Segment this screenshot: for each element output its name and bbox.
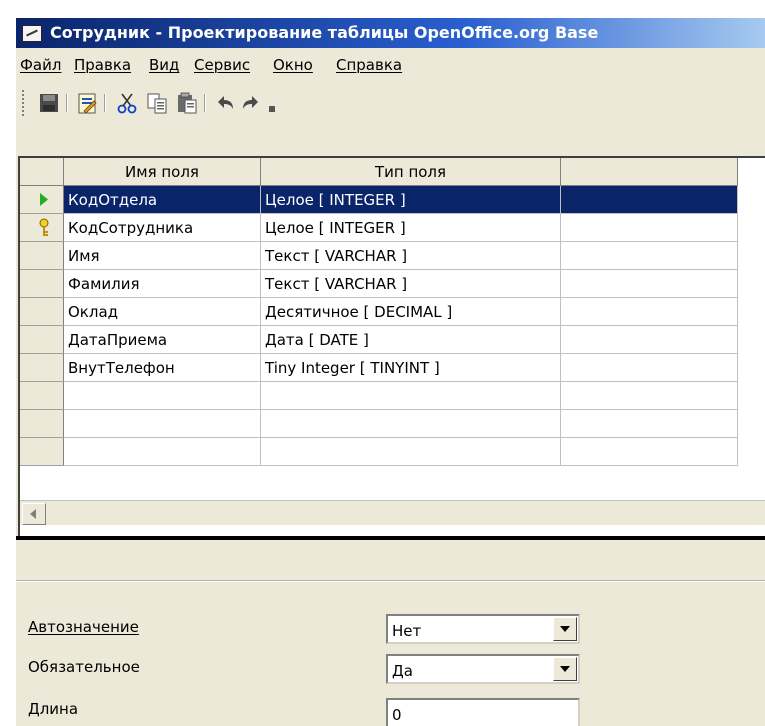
autovalue-value: Нет <box>392 622 422 640</box>
menu-help[interactable]: Справка <box>336 56 402 74</box>
current-row-arrow-icon <box>40 193 48 206</box>
row-header[interactable] <box>20 409 64 438</box>
row-header[interactable] <box>20 381 64 410</box>
menu-tools[interactable]: Сервис <box>194 56 250 74</box>
field-type-cell[interactable] <box>260 437 561 466</box>
required-label: Обязательное <box>28 658 140 676</box>
field-description-cell[interactable] <box>560 269 738 298</box>
dropdown-icon[interactable] <box>268 92 278 114</box>
menu-edit[interactable]: Правка <box>74 56 131 74</box>
field-name-cell[interactable]: ВнутТелефон <box>63 353 261 382</box>
field-description-cell[interactable] <box>560 353 738 382</box>
toolbar-separator <box>204 94 206 112</box>
app-window: Сотрудник - Проектирование таблицы OpenO… <box>16 18 765 726</box>
table-row[interactable]: КодСотрудника Целое [ INTEGER ] <box>20 213 738 242</box>
table-row[interactable] <box>20 437 738 466</box>
row-header[interactable] <box>20 325 64 354</box>
column-header-field-type[interactable]: Тип поля <box>260 158 561 186</box>
app-icon <box>22 25 42 42</box>
column-header-field-name[interactable]: Имя поля <box>63 158 261 186</box>
autovalue-dropdown[interactable]: Нет <box>386 614 580 644</box>
length-input[interactable]: 0 <box>386 698 580 726</box>
table-row[interactable] <box>20 409 738 438</box>
field-type-cell[interactable]: Дата [ DATE ] <box>260 325 561 354</box>
field-name-cell[interactable]: ДатаПриема <box>63 325 261 354</box>
field-properties-panel: Автозначение Нет Обязательное Да Длина 0 <box>16 540 765 726</box>
field-name-cell[interactable] <box>63 437 261 466</box>
menu-window[interactable]: Окно <box>273 56 313 74</box>
table-row[interactable]: ДатаПриема Дата [ DATE ] <box>20 325 738 354</box>
field-name-cell[interactable]: Фамилия <box>63 269 261 298</box>
field-type-cell[interactable]: Tiny Integer [ TINYINT ] <box>260 353 561 382</box>
menu-bar: Файл Правка Вид Сервис Окно Справка <box>16 52 765 78</box>
chevron-down-icon[interactable] <box>553 657 577 681</box>
row-header[interactable] <box>20 213 64 242</box>
length-value: 0 <box>392 706 402 724</box>
properties-divider <box>16 580 765 582</box>
required-value: Да <box>392 662 413 680</box>
toolbar-separator <box>104 94 106 112</box>
toolbar-separator <box>66 94 68 112</box>
field-name-cell[interactable] <box>63 409 261 438</box>
save-icon[interactable] <box>38 92 60 114</box>
autovalue-label: Автозначение <box>28 618 139 636</box>
toolbar-grip[interactable] <box>22 90 27 116</box>
field-type-cell[interactable]: Целое [ INTEGER ] <box>260 213 561 242</box>
field-table: Имя поля Тип поля КодОтдела Целое [ INTE… <box>20 158 738 466</box>
field-name-cell[interactable]: Оклад <box>63 297 261 326</box>
horizontal-scrollbar[interactable] <box>20 500 765 525</box>
row-header[interactable] <box>20 297 64 326</box>
header-corner <box>20 158 64 186</box>
primary-key-icon <box>39 218 49 236</box>
field-type-cell[interactable] <box>260 381 561 410</box>
table-row[interactable]: Оклад Десятичное [ DECIMAL ] <box>20 297 738 326</box>
required-dropdown[interactable]: Да <box>386 654 580 684</box>
row-header[interactable] <box>20 185 64 214</box>
table-row[interactable]: КодОтдела Целое [ INTEGER ] <box>20 185 738 214</box>
paste-icon[interactable] <box>176 92 198 114</box>
column-header-description[interactable] <box>560 158 738 186</box>
field-description-cell[interactable] <box>560 213 738 242</box>
row-header[interactable] <box>20 353 64 382</box>
menu-view[interactable]: Вид <box>149 56 179 74</box>
row-header[interactable] <box>20 241 64 270</box>
length-label: Длина <box>28 700 79 718</box>
field-type-cell[interactable] <box>260 409 561 438</box>
cut-icon[interactable] <box>116 92 138 114</box>
menu-file[interactable]: Файл <box>20 56 61 74</box>
chevron-down-icon[interactable] <box>553 617 577 641</box>
field-description-cell[interactable] <box>560 325 738 354</box>
table-row[interactable]: ВнутТелефон Tiny Integer [ TINYINT ] <box>20 353 738 382</box>
toolbar <box>16 84 765 120</box>
table-row[interactable] <box>20 381 738 410</box>
row-header[interactable] <box>20 269 64 298</box>
scroll-left-icon[interactable] <box>22 503 46 525</box>
undo-icon[interactable] <box>214 92 236 114</box>
edit-icon[interactable] <box>76 92 98 114</box>
field-description-cell[interactable] <box>560 381 738 410</box>
field-type-cell[interactable]: Текст [ VARCHAR ] <box>260 241 561 270</box>
field-description-cell[interactable] <box>560 241 738 270</box>
redo-icon[interactable] <box>240 92 262 114</box>
field-name-cell[interactable] <box>63 381 261 410</box>
field-type-cell[interactable]: Текст [ VARCHAR ] <box>260 269 561 298</box>
field-description-cell[interactable] <box>560 297 738 326</box>
table-row[interactable]: Имя Текст [ VARCHAR ] <box>20 241 738 270</box>
field-name-cell[interactable]: Имя <box>63 241 261 270</box>
field-description-cell[interactable] <box>560 409 738 438</box>
title-bar[interactable]: Сотрудник - Проектирование таблицы OpenO… <box>16 18 765 48</box>
copy-icon[interactable] <box>146 92 168 114</box>
row-header[interactable] <box>20 437 64 466</box>
field-description-cell[interactable] <box>560 437 738 466</box>
field-grid: Имя поля Тип поля КодОтдела Целое [ INTE… <box>18 156 765 536</box>
field-name-cell[interactable]: КодОтдела <box>63 185 261 214</box>
table-row[interactable]: Фамилия Текст [ VARCHAR ] <box>20 269 738 298</box>
field-type-cell[interactable]: Целое [ INTEGER ] <box>260 185 561 214</box>
field-name-cell[interactable]: КодСотрудника <box>63 213 261 242</box>
field-type-cell[interactable]: Десятичное [ DECIMAL ] <box>260 297 561 326</box>
table-header-row: Имя поля Тип поля <box>20 158 738 186</box>
window-title: Сотрудник - Проектирование таблицы OpenO… <box>50 23 599 42</box>
field-description-cell[interactable] <box>560 185 738 214</box>
